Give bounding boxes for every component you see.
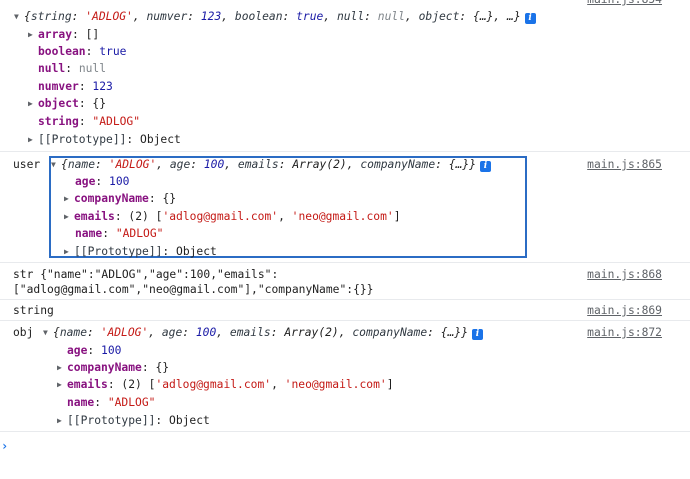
- expand-triangle-icon[interactable]: ▼: [14, 8, 24, 25]
- info-icon[interactable]: i: [480, 161, 491, 172]
- property-row: string: "ADLOG": [38, 115, 141, 128]
- prototype-row[interactable]: ▶ [[Prototype]]: Object: [64, 243, 217, 260]
- property-row: age: 100: [75, 175, 130, 188]
- collapse-triangle-icon[interactable]: ▶: [57, 376, 67, 393]
- property-row[interactable]: ▶ emails: (2) ['adlog@gmail.com', 'neo@gm…: [57, 376, 394, 393]
- property-row[interactable]: ▶ companyName: {}: [57, 359, 169, 376]
- collapse-triangle-icon[interactable]: ▶: [57, 359, 67, 376]
- property-row[interactable]: ▶ array: []: [28, 26, 99, 43]
- console-prompt-icon[interactable]: ›: [1, 439, 8, 453]
- collapse-triangle-icon[interactable]: ▶: [28, 95, 38, 112]
- prototype-row[interactable]: ▶ [[Prototype]]: Object: [57, 412, 210, 429]
- property-row: boolean: true: [38, 45, 127, 58]
- divider: [0, 299, 690, 300]
- log-entry-header[interactable]: ▼ {string: 'ADLOG', numver: 123, boolean:…: [14, 8, 536, 25]
- expand-triangle-icon[interactable]: ▼: [51, 156, 61, 173]
- collapse-triangle-icon[interactable]: ▶: [64, 243, 74, 260]
- prototype-row[interactable]: ▶ [[Prototype]]: Object: [28, 131, 181, 148]
- log-label: obj: [13, 326, 34, 339]
- log-entry-header[interactable]: ▼ {name: 'ADLOG', age: 100, emails: Array…: [51, 156, 491, 173]
- property-row: null: null: [38, 62, 107, 75]
- collapse-triangle-icon[interactable]: ▶: [64, 208, 74, 225]
- property-row: name: "ADLOG": [67, 396, 156, 409]
- log-label: user: [13, 158, 41, 171]
- property-row[interactable]: ▶ object: {}: [28, 95, 106, 112]
- divider: [0, 431, 690, 432]
- source-link[interactable]: main.js:868: [587, 266, 662, 283]
- expand-triangle-icon[interactable]: ▼: [43, 324, 53, 341]
- property-row: name: "ADLOG": [75, 227, 164, 240]
- log-message: ["adlog@gmail.com","neo@gmail.com"],"com…: [13, 283, 374, 296]
- property-row[interactable]: ▶ emails: (2) ['adlog@gmail.com', 'neo@gm…: [64, 208, 401, 225]
- info-icon[interactable]: i: [524, 13, 536, 24]
- log-entry-header[interactable]: ▼ {name: 'ADLOG', age: 100, emails: Array…: [43, 324, 483, 341]
- divider: [0, 151, 690, 152]
- divider: [0, 262, 690, 263]
- source-link[interactable]: main.js:872: [587, 324, 662, 341]
- log-message: string: [13, 304, 54, 317]
- property-row: age: 100: [67, 344, 122, 357]
- property-row[interactable]: ▶ companyName: {}: [64, 190, 176, 207]
- collapse-triangle-icon[interactable]: ▶: [64, 190, 74, 207]
- property-row: numver: 123: [38, 80, 113, 93]
- collapse-triangle-icon[interactable]: ▶: [57, 412, 67, 429]
- source-link[interactable]: main.js:865: [587, 156, 662, 173]
- collapse-triangle-icon[interactable]: ▶: [28, 131, 38, 148]
- divider: [0, 320, 690, 321]
- source-link[interactable]: main.js:869: [587, 302, 662, 319]
- collapse-triangle-icon[interactable]: ▶: [28, 26, 38, 43]
- source-link[interactable]: main.js:854: [587, 0, 662, 8]
- info-icon[interactable]: i: [472, 329, 483, 340]
